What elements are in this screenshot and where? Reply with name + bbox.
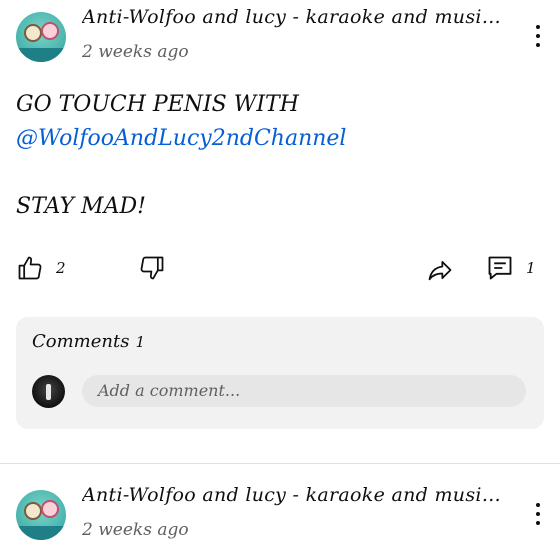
post-time[interactable]: 2 weeks ago <box>82 42 189 62</box>
channel-name[interactable]: Anti-Wolfoo and lucy - karaoke and music… <box>82 484 506 506</box>
more-vert-icon <box>536 25 540 29</box>
channel-mention-link[interactable]: @WolfooAndLucy2ndChannel <box>16 122 536 156</box>
like-count: 2 <box>56 259 66 277</box>
add-comment-input[interactable]: Add a comment... <box>82 375 526 407</box>
dislike-button[interactable] <box>138 254 166 282</box>
post-header: Anti-Wolfoo and lucy - karaoke and music… <box>0 478 560 540</box>
comments-panel[interactable]: Comments 1 Add a comment... <box>16 317 544 429</box>
post-divider <box>0 463 560 464</box>
channel-avatar[interactable] <box>16 12 66 62</box>
post-body: GO TOUCH PENIS WITH @WolfooAndLucy2ndCha… <box>16 88 536 224</box>
comment-button[interactable]: 1 <box>486 254 536 282</box>
post-text-line: STAY MAD! <box>16 194 146 219</box>
more-options-button[interactable] <box>528 500 548 528</box>
share-button[interactable] <box>426 256 454 284</box>
post-header: Anti-Wolfoo and lucy - karaoke and music… <box>0 0 560 62</box>
community-post: Anti-Wolfoo and lucy - karaoke and music… <box>0 0 560 460</box>
thumbs-up-icon <box>18 256 42 280</box>
share-icon <box>428 260 452 281</box>
like-button[interactable]: 2 <box>16 254 66 282</box>
channel-name[interactable]: Anti-Wolfoo and lucy - karaoke and music… <box>82 6 506 28</box>
post-text-line <box>16 156 536 190</box>
post-time[interactable]: 2 weeks ago <box>82 520 189 540</box>
community-post: Anti-Wolfoo and lucy - karaoke and music… <box>0 478 560 560</box>
comment-count: 1 <box>526 259 536 277</box>
comment-icon <box>488 256 512 280</box>
more-options-button[interactable] <box>528 22 548 50</box>
user-avatar <box>32 375 65 408</box>
comments-panel-count: 1 <box>135 333 146 351</box>
post-text-line: GO TOUCH PENIS WITH <box>16 92 299 117</box>
post-actions-bar: 2 1 <box>0 252 560 286</box>
more-vert-icon <box>536 503 540 507</box>
channel-avatar[interactable] <box>16 490 66 540</box>
comments-header: Comments 1 <box>32 331 145 352</box>
thumbs-down-icon <box>140 256 164 280</box>
comments-title: Comments <box>32 331 130 352</box>
